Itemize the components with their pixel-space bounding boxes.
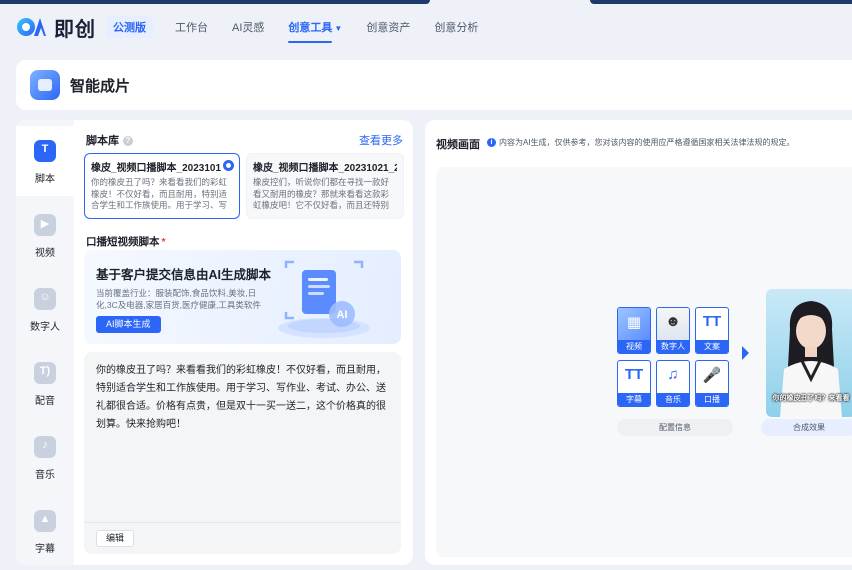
ai-banner-title: 基于客户提交信息由AI生成脚本 <box>96 268 272 282</box>
result-label: 合成效果 <box>761 419 852 436</box>
ai-illustration-text: AI <box>337 309 348 321</box>
nav-item-ai-inspiration[interactable]: AI灵感 <box>232 19 264 35</box>
logo-text: 即创 <box>54 18 96 41</box>
text-tile-icon: TT <box>702 313 722 330</box>
config-tile-music[interactable]: ♫ 音乐 <box>656 360 690 407</box>
page-title-bar: 智能成片 <box>16 60 852 110</box>
script-card-body: 橡皮控们，听说你们都在寻找一款好看又耐用的橡皮？那就来看看这款彩虹橡皮吧！它不仅… <box>253 177 390 212</box>
script-card-title: 橡皮_视频口播脚本_20231021_2 <box>253 163 397 174</box>
sidebar-item-script[interactable]: T 脚本 <box>16 126 74 196</box>
ai-script-banner: 基于客户提交信息由AI生成脚本 当前覆盖行业：服装配饰,食品饮料,美妆,日化,3… <box>84 250 401 344</box>
music-tile-icon: ♫ <box>667 366 679 383</box>
digital-human-icon: ☺ <box>34 288 56 310</box>
main-nav: 工作台 AI灵感 创意工具 ▼ 创意资产 创意分析 <box>175 19 502 43</box>
nav-item-creative-analysis[interactable]: 创意分析 <box>434 19 478 35</box>
script-card[interactable]: 橡皮_视频口播脚本_20231021_2 橡皮控们，听说你们都在寻找一款好看又耐… <box>246 153 404 219</box>
ai-banner-description: 当前覆盖行业：服装配饰,食品饮料,美妆,日化,3C及电器,家居百货,医疗健康,工… <box>96 288 261 310</box>
help-icon[interactable]: ? <box>123 136 133 147</box>
nav-item-creative-assets[interactable]: 创意资产 <box>366 19 410 35</box>
script-card-selected[interactable]: 橡皮_视频口播脚本_2023101 你的橡皮丑了吗？来看看我们的彩虹橡皮！不仅好… <box>84 153 240 219</box>
sidebar-item-label: 音乐 <box>35 470 55 481</box>
config-tile-label: 口播 <box>696 393 728 406</box>
chevron-down-icon: ▼ <box>334 24 343 33</box>
info-icon: i <box>487 138 496 148</box>
config-tile-label: 文案 <box>696 340 728 353</box>
script-textarea[interactable]: 你的橡皮丑了吗？来看看我们的彩虹橡皮！不仅好看，而且耐用，特别适合学生和工作族使… <box>84 352 401 554</box>
config-tile-digital-human[interactable]: ☻ 数字人 <box>656 307 690 354</box>
script-text-content: 你的橡皮丑了吗？来看看我们的彩虹橡皮！不仅好看，而且耐用，特别适合学生和工作族使… <box>96 365 386 430</box>
video-panel-title: 视频画面 <box>436 139 480 151</box>
sidebar-item-digital-human[interactable]: ☺ 数字人 <box>16 274 74 344</box>
video-tile-icon: ▦ <box>626 314 642 331</box>
arrow-right-icon <box>742 346 749 360</box>
config-tile-subtitle[interactable]: TT 字幕 <box>617 360 651 407</box>
sidebar-item-label: 脚本 <box>35 174 55 185</box>
result-caption: 你的橡皮丑了吗？来看看 <box>772 395 850 402</box>
nav-item-creative-tools-label: 创意工具 <box>288 22 333 34</box>
sidebar-item-label: 配音 <box>35 396 55 407</box>
video-canvas: ▦ 视频 ☻ 数字人 TT 文案 TT 字幕 ♫ 音乐 🎤 口播 配置信息 你的… <box>436 167 852 557</box>
view-more-link[interactable]: 查看更多 <box>359 132 403 148</box>
script-card-body: 你的橡皮丑了吗？来看看我们的彩虹橡皮！不仅好看，而且耐用，特别适合学生和工作族使… <box>91 177 228 212</box>
divider <box>84 522 401 523</box>
sidebar-item-subtitle[interactable]: ▲ 字幕 <box>16 496 74 566</box>
config-tile-voiceover[interactable]: 🎤 口播 <box>695 360 729 407</box>
ai-notice: i 内容为AI生成，仅供参考，您对该内容的使用应严格遵循国家相关法律法规的规定。 <box>487 137 795 148</box>
script-icon: T <box>34 140 56 162</box>
config-tile-label: 视频 <box>618 340 650 353</box>
subtitle-tile-icon: TT <box>624 366 644 383</box>
video-icon: ▶ <box>34 214 56 236</box>
beta-badge: 公测版 <box>106 16 153 38</box>
top-navigation-bar: 即创 公测版 工作台 AI灵感 创意工具 ▼ 创意资产 创意分析 <box>0 4 852 50</box>
sidebar-item-label: 数字人 <box>30 322 60 333</box>
config-info-label: 配置信息 <box>617 419 733 436</box>
music-icon: ♪ <box>34 436 56 458</box>
ai-notice-text: 内容为AI生成，仅供参考，您对该内容的使用应严格遵循国家相关法律法规的规定。 <box>499 138 795 147</box>
sidebar-item-video[interactable]: ▶ 视频 <box>16 200 74 270</box>
required-mark: * <box>161 236 166 248</box>
script-editor-panel: T 脚本 ▶ 视频 ☺ 数字人 T) 配音 ♪ 音乐 ▲ 字幕 脚本库? 查看更… <box>16 120 413 565</box>
nav-item-workbench[interactable]: 工作台 <box>175 19 208 35</box>
dubbing-icon: T) <box>34 362 56 384</box>
script-section-label-text: 口播短视频脚本 <box>86 236 160 248</box>
brand-logo-icon <box>17 18 46 36</box>
sidebar-item-label: 视频 <box>35 248 55 259</box>
digital-human-tile-icon: ☻ <box>665 313 681 330</box>
ai-document-illustration-icon: AI <box>278 260 370 338</box>
config-tile-label: 音乐 <box>657 393 689 406</box>
script-library-title-text: 脚本库 <box>86 135 119 147</box>
script-section-label: 口播短视频脚本 * <box>86 234 166 249</box>
nav-item-creative-tools[interactable]: 创意工具 ▼ <box>288 19 343 43</box>
script-library-title: 脚本库? <box>86 132 133 148</box>
subtitle-icon: ▲ <box>34 510 56 532</box>
config-tile-video[interactable]: ▦ 视频 <box>617 307 651 354</box>
microphone-tile-icon: 🎤 <box>702 367 722 384</box>
config-tile-copywriting[interactable]: TT 文案 <box>695 307 729 354</box>
script-card-title: 橡皮_视频口播脚本_2023101 <box>91 163 222 174</box>
page-title: 智能成片 <box>70 77 131 95</box>
sidebar-item-music[interactable]: ♪ 音乐 <box>16 422 74 492</box>
ai-script-generate-button[interactable]: AI脚本生成 <box>96 316 161 333</box>
config-tile-grid: ▦ 视频 ☻ 数字人 TT 文案 TT 字幕 ♫ 音乐 🎤 口播 <box>617 307 729 407</box>
sidebar-item-dubbing[interactable]: T) 配音 <box>16 348 74 418</box>
smart-video-icon <box>30 70 60 100</box>
config-tile-label: 字幕 <box>618 393 650 406</box>
logo[interactable]: 即创 <box>16 13 96 42</box>
radio-selected-icon[interactable] <box>223 160 234 171</box>
edit-button[interactable]: 编辑 <box>96 530 135 547</box>
result-preview-thumbnail[interactable]: 你的橡皮丑了吗？来看看 <box>766 289 852 417</box>
video-preview-panel: 视频画面 i 内容为AI生成，仅供参考，您对该内容的使用应严格遵循国家相关法律法规… <box>425 120 852 565</box>
config-tile-label: 数字人 <box>657 340 689 353</box>
sidebar: T 脚本 ▶ 视频 ☺ 数字人 T) 配音 ♪ 音乐 ▲ 字幕 <box>16 120 74 565</box>
sidebar-item-label: 字幕 <box>35 544 55 555</box>
